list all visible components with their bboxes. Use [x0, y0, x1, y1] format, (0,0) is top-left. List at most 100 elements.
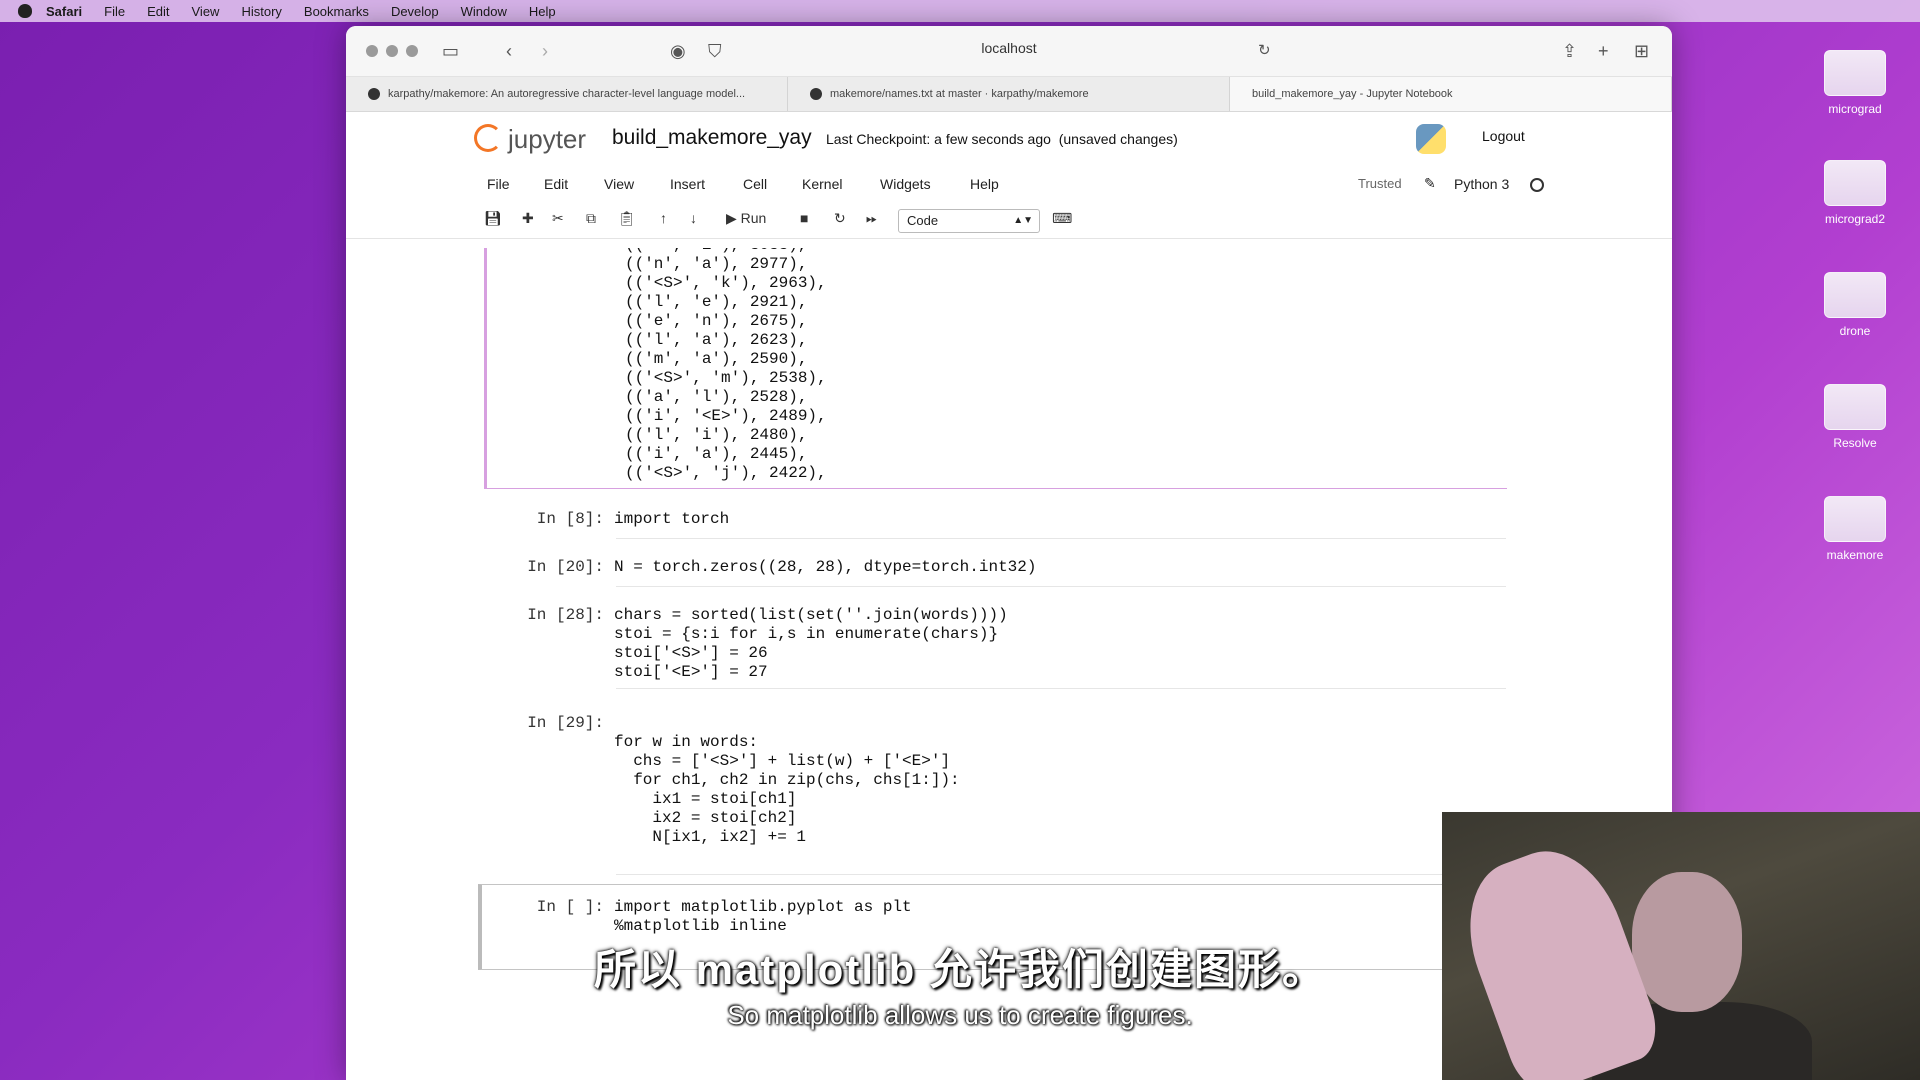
cell-type-value: Code [907, 213, 939, 228]
cell-prompt: In [28]: [527, 606, 604, 624]
folder-icon [1824, 496, 1886, 542]
run-button[interactable]: ▶ Run [726, 210, 766, 227]
cell-prompt: In [ ]: [536, 898, 604, 916]
output-line: (('<S>', 'j'), 2422), [625, 464, 827, 482]
desktop-folder-label: drone [1839, 324, 1871, 338]
desktop-folder-label: Resolve [1833, 436, 1877, 450]
menu-help[interactable]: Help [529, 4, 556, 19]
output-line: (('l', 'a'), 2623), [625, 331, 808, 349]
github-icon [368, 88, 380, 100]
cell-type-select[interactable]: Code ▲▼ [898, 209, 1040, 233]
webcam-overlay [1442, 812, 1920, 1080]
output-text: ((' ', 'i'), 3033),(('n', 'a'), 2977), ((… [625, 248, 827, 483]
unsaved-text: (unsaved changes) [1058, 131, 1178, 147]
tab-label: karpathy/makemore: An autoregressive cha… [388, 88, 746, 100]
output-line: (('i', 'a'), 2445), [625, 445, 808, 463]
jmenu-cell[interactable]: Cell [743, 176, 767, 192]
output-line: ((' ', 'i'), 3033), [625, 248, 827, 255]
output-line: (('i', '<E>'), 2489), [625, 407, 827, 425]
jmenu-file[interactable]: File [487, 176, 510, 192]
jmenu-widgets[interactable]: Widgets [880, 176, 931, 192]
tab-label: makemore/names.txt at master · karpathy/… [830, 88, 1089, 100]
jmenu-edit[interactable]: Edit [544, 176, 568, 192]
cell-source[interactable]: import matplotlib.pyplot as plt %matplot… [614, 898, 912, 936]
python-logo-icon [1416, 124, 1446, 154]
webcam-person-head [1632, 872, 1742, 1012]
new-tab-icon[interactable]: + [1598, 41, 1609, 62]
cell-source[interactable]: chars = sorted(list(set(''.join(words)))… [614, 606, 1008, 682]
cell-source[interactable]: for w in words: chs = ['<S>'] + list(w) … [614, 714, 960, 847]
reload-icon[interactable]: ↻ [1258, 41, 1271, 59]
notebook-name[interactable]: build_makemore_yay [612, 126, 812, 150]
paste-icon[interactable]: 📋︎ [618, 210, 636, 227]
kernel-name[interactable]: Python 3 [1454, 176, 1509, 192]
menu-app-safari[interactable]: Safari [46, 4, 82, 19]
tab-makemore-repo[interactable]: karpathy/makemore: An autoregressive cha… [346, 77, 788, 111]
logout-button[interactable]: Logout [1470, 122, 1537, 150]
move-up-icon[interactable]: ↑ [660, 210, 667, 226]
interrupt-icon[interactable]: ■ [800, 210, 808, 226]
share-icon[interactable]: ⇪ [1562, 41, 1577, 62]
folder-icon [1824, 160, 1886, 206]
keyboard-icon[interactable]: ⌨ [1052, 210, 1072, 227]
menu-file[interactable]: File [104, 4, 125, 19]
folder-icon [1824, 272, 1886, 318]
address-bar[interactable]: localhost [346, 40, 1672, 56]
desktop-folder-micrograd2[interactable]: micrograd2 [1795, 160, 1915, 226]
edit-pencil-icon[interactable]: ✎ [1424, 175, 1436, 192]
cell-prompt: In [8]: [536, 510, 604, 528]
copy-icon[interactable]: ⧉ [586, 210, 596, 227]
move-down-icon[interactable]: ↓ [690, 210, 697, 226]
desktop-folder-makemore[interactable]: makemore [1795, 496, 1915, 562]
apple-icon[interactable] [18, 4, 32, 18]
jupyter-toolbar: 💾︎ ✚ ✂ ⧉ 📋︎ ↑ ↓ ▶ Run ■ ↻ ⏩︎ Code ▲▼ ⌨ [346, 204, 1672, 239]
save-icon[interactable]: 💾︎ [484, 210, 502, 227]
jupyter-menubar: File Edit View Insert Cell Kernel Widget… [346, 166, 1672, 204]
menu-history[interactable]: History [241, 4, 281, 19]
tab-overview-icon[interactable]: ⊞ [1634, 41, 1649, 62]
cell-source[interactable]: import torch [614, 510, 729, 529]
jupyter-header: jupyter build_makemore_yay Last Checkpoi… [346, 112, 1672, 166]
menu-develop[interactable]: Develop [391, 4, 439, 19]
output-line: (('<S>', 'm'), 2538), [625, 369, 827, 387]
github-icon [810, 88, 822, 100]
menu-window[interactable]: Window [461, 4, 507, 19]
output-line: (('a', 'l'), 2528), [625, 388, 808, 406]
cut-icon[interactable]: ✂ [552, 210, 564, 227]
desktop-folder-label: makemore [1826, 548, 1884, 562]
output-line: (('l', 'e'), 2921), [625, 293, 808, 311]
trusted-indicator[interactable]: Trusted [1358, 176, 1402, 191]
cell-divider [616, 586, 1506, 587]
checkpoint-text: Last Checkpoint: a few seconds ago [826, 131, 1051, 147]
output-line: (('m', 'a'), 2590), [625, 350, 808, 368]
jupyter-logo[interactable]: jupyter [474, 124, 586, 155]
restart-run-all-icon[interactable]: ⏩︎ [866, 210, 877, 227]
desktop-folder-resolve[interactable]: Resolve [1795, 384, 1915, 450]
jupyter-logo-icon [474, 124, 502, 152]
cell-prompt: In [29]: [527, 714, 604, 732]
tab-label: build_makemore_yay - Jupyter Notebook [1252, 88, 1453, 100]
menu-edit[interactable]: Edit [147, 4, 169, 19]
tab-jupyter-notebook[interactable]: build_makemore_yay - Jupyter Notebook [346, 77, 1672, 260]
cell-source[interactable]: N = torch.zeros((28, 28), dtype=torch.in… [614, 558, 1036, 577]
jmenu-help[interactable]: Help [970, 176, 999, 192]
kernel-status-icon [1530, 178, 1544, 192]
jmenu-insert[interactable]: Insert [670, 176, 705, 192]
desktop-folder-drone[interactable]: drone [1795, 272, 1915, 338]
restart-icon[interactable]: ↻ [834, 210, 846, 227]
insert-cell-icon[interactable]: ✚ [522, 210, 534, 227]
jmenu-view[interactable]: View [604, 176, 634, 192]
desktop-folder-micrograd[interactable]: micrograd [1795, 50, 1915, 116]
folder-icon [1824, 50, 1886, 96]
menu-bookmarks[interactable]: Bookmarks [304, 4, 369, 19]
folder-icon [1824, 384, 1886, 430]
cell-divider [616, 538, 1506, 539]
tab-bar: karpathy/makemore: An autoregressive cha… [346, 77, 1672, 260]
tab-names-txt[interactable]: makemore/names.txt at master · karpathy/… [788, 77, 1230, 111]
output-line: (('e', 'n'), 2675), [625, 312, 808, 330]
menu-view[interactable]: View [192, 4, 220, 19]
jmenu-kernel[interactable]: Kernel [802, 176, 842, 192]
output-area: ((' ', 'i'), 3033),(('n', 'a'), 2977), ((… [484, 248, 1507, 489]
output-line: (('n', 'a'), 2977), [625, 255, 808, 273]
jupyter-logo-text: jupyter [508, 124, 587, 154]
